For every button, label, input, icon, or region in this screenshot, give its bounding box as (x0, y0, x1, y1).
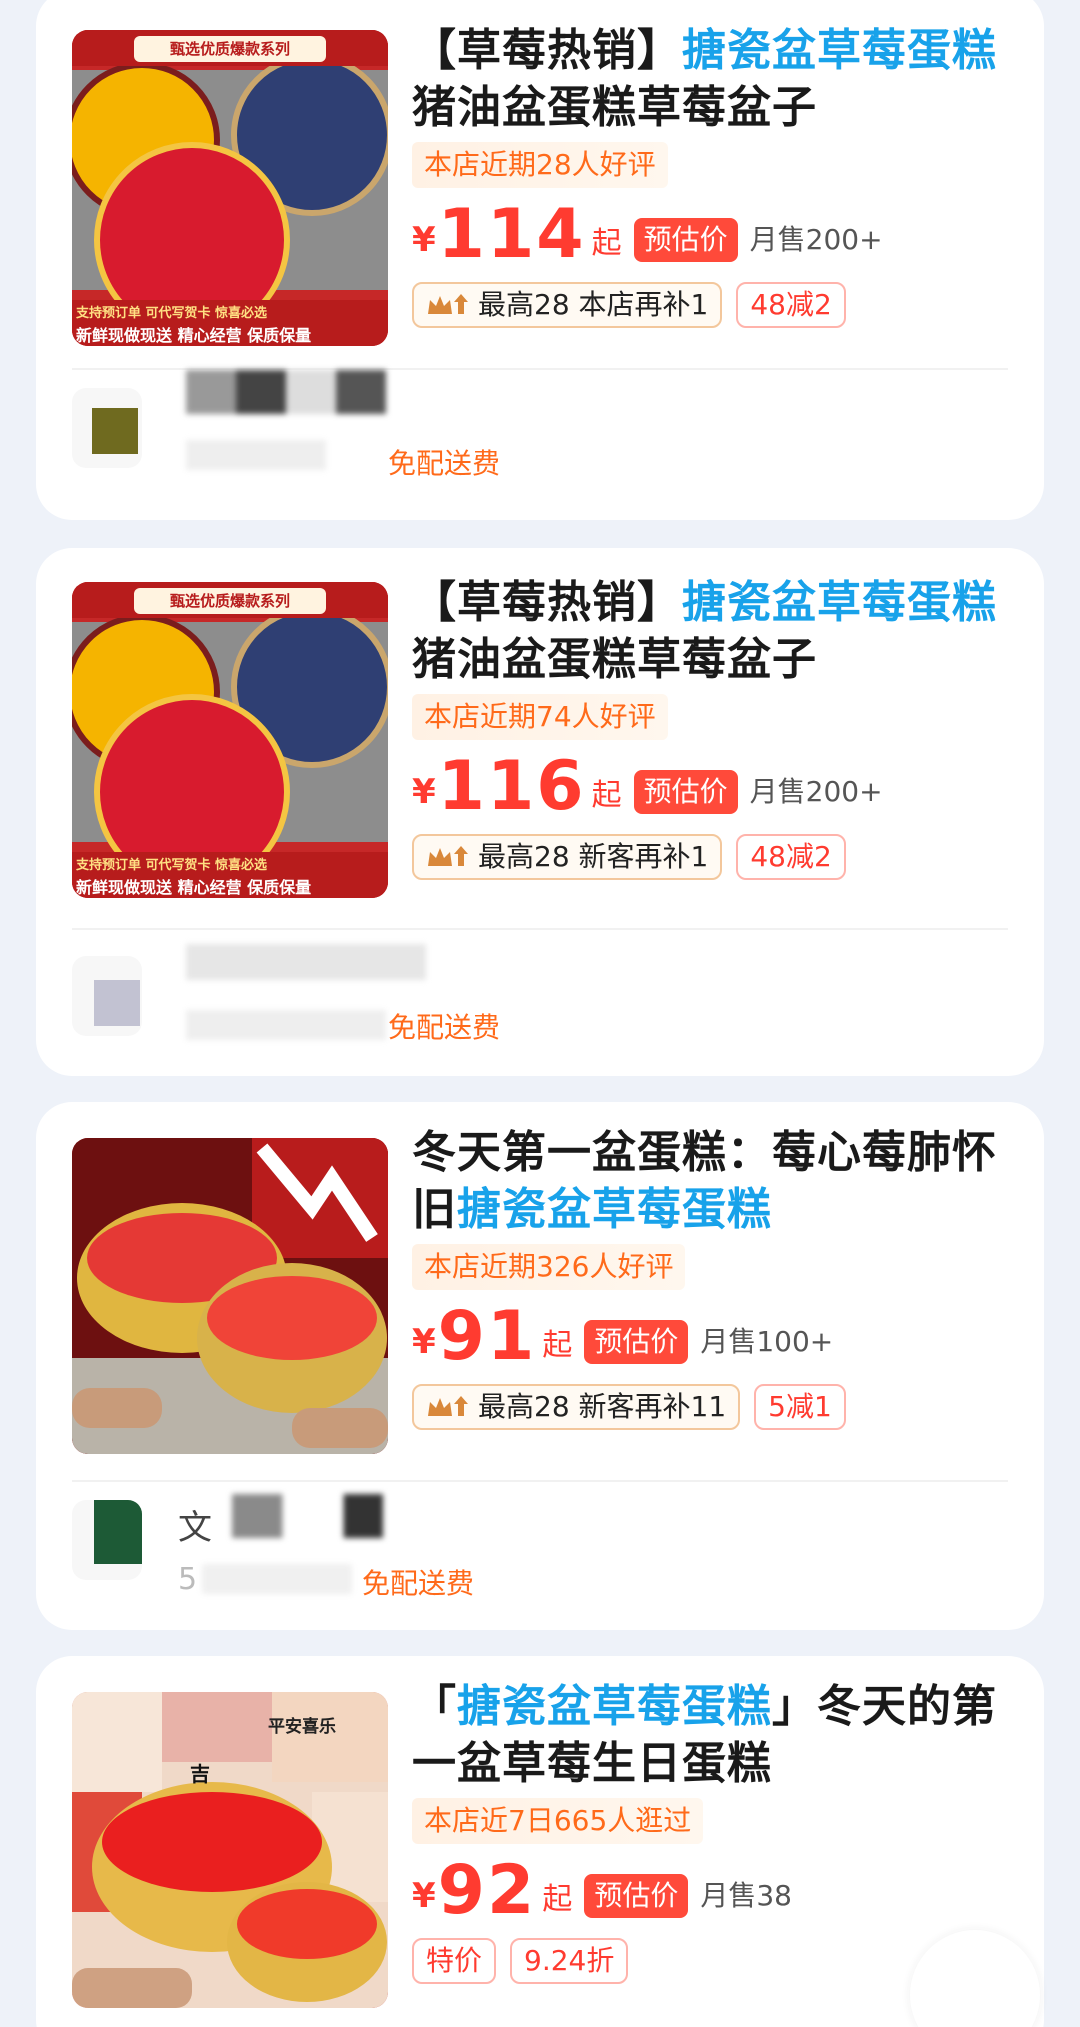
shop-name-blurred (186, 944, 426, 980)
product-title[interactable]: 【草莓热销】搪瓷盆草莓蛋糕猪油盆蛋糕草莓盆子 (412, 574, 1022, 688)
review-tag: 本店近期28人好评 (412, 142, 668, 188)
product-info: 冬天第一盆蛋糕：莓心莓肺怀旧搪瓷盆草莓蛋糕 本店近期326人好评 ¥ 91 起 … (412, 1124, 1022, 1430)
cake-photo (72, 582, 388, 898)
shop-name-partial: 文 (178, 1508, 212, 1548)
price-suffix: 起 (542, 1328, 573, 1363)
price-amount: 92 (437, 1851, 537, 1930)
thumb-caption-1: 支持预订单 可代写贺卡 惊喜必选 (76, 306, 268, 321)
shop-name-blurred (232, 1494, 412, 1538)
crown-arrow-icon (428, 846, 468, 866)
product-card[interactable]: 平安喜乐 吉 「搪瓷盆草莓蛋糕」冬天的第一盆草莓生日蛋糕 本店近7日665人逛过… (36, 1656, 1044, 2027)
free-delivery-label: 免配送费 (362, 1567, 475, 1600)
monthly-sales: 月售100+ (700, 1325, 834, 1358)
product-title[interactable]: 【草莓热销】搪瓷盆草莓蛋糕猪油盆蛋糕草莓盆子 (412, 22, 1022, 136)
cake-photo (72, 1692, 388, 2008)
monthly-sales: 月售200+ (749, 223, 883, 256)
thumb-caption-2: 新鲜现做现送 精心经营 保质保量 (76, 878, 312, 897)
title-highlight: 搪瓷盆草莓蛋糕 (457, 1681, 772, 1732)
estimated-price-badge: 预估价 (633, 770, 738, 814)
subsidy-label: 最高28 新客再补11 (478, 1390, 727, 1423)
product-info: 【草莓热销】搪瓷盆草莓蛋糕猪油盆蛋糕草莓盆子 本店近期74人好评 ¥ 116 起… (412, 574, 1022, 880)
title-prefix: 「 (412, 1681, 457, 1732)
product-card[interactable]: 冬天第一盆蛋糕：莓心莓肺怀旧搪瓷盆草莓蛋糕 本店近期326人好评 ¥ 91 起 … (36, 1102, 1044, 1630)
product-thumbnail[interactable]: 甄选优质爆款系列 支持预订单 可代写贺卡 惊喜必选 新鲜现做现送 精心经营 保质… (72, 582, 388, 898)
subsidy-label: 最高28 新客再补1 (478, 840, 709, 873)
currency-symbol: ¥ (412, 220, 436, 260)
price-row: ¥ 116 起 预估价 月售200+ (412, 752, 1022, 822)
price-amount: 91 (437, 1297, 537, 1376)
coupon-badge[interactable]: 48减2 (736, 282, 846, 328)
price-row: ¥ 114 起 预估价 月售200+ (412, 200, 1022, 270)
monthly-sales: 月售38 (700, 1879, 792, 1912)
thumb-caption-1: 支持预订单 可代写贺卡 惊喜必选 (76, 858, 268, 873)
thumb-note-1: 平安喜乐 (268, 1717, 336, 1737)
cake-photo (72, 1138, 388, 1454)
product-card[interactable]: 甄选优质爆款系列 支持预订单 可代写贺卡 惊喜必选 新鲜现做现送 精心经营 保质… (36, 548, 1044, 1076)
discount-tag: 9.24折 (510, 1938, 629, 1984)
currency-symbol: ¥ (412, 772, 436, 812)
review-tag: 本店近期326人好评 (412, 1244, 686, 1290)
subsidy-badge: 最高28 新客再补1 (412, 834, 723, 880)
price-suffix: 起 (542, 1882, 573, 1917)
shop-logo[interactable] (72, 388, 142, 468)
price-row: ¥ 91 起 预估价 月售100+ (412, 1302, 1022, 1372)
review-tag: 本店近期74人好评 (412, 694, 668, 740)
subsidy-label: 最高28 本店再补1 (478, 288, 709, 321)
product-info: 「搪瓷盆草莓蛋糕」冬天的第一盆草莓生日蛋糕 本店近7日665人逛过 ¥ 92 起… (412, 1678, 1022, 1984)
shop-meta-partial: 5 (178, 1562, 198, 1597)
monthly-sales: 月售200+ (749, 775, 883, 808)
price-suffix: 起 (591, 778, 622, 813)
shop-meta-blurred (186, 440, 326, 470)
shop-logo[interactable] (72, 1500, 142, 1580)
cake-photo (72, 30, 388, 346)
thumb-note-2: 吉 (190, 1762, 210, 1786)
thumb-banner: 甄选优质爆款系列 (169, 592, 290, 610)
title-prefix: 【草莓热销】 (412, 577, 682, 628)
shop-meta-blurred (202, 1564, 352, 1594)
currency-symbol: ¥ (412, 1876, 436, 1916)
title-suffix: 猪油盆蛋糕草莓盆子 (412, 82, 817, 133)
shop-meta-blurred (186, 1010, 386, 1040)
product-thumbnail[interactable] (72, 1138, 388, 1454)
price-amount: 116 (437, 747, 586, 826)
crown-arrow-icon (428, 1396, 468, 1416)
title-prefix: 【草莓热销】 (412, 25, 682, 76)
promo-row: 最高28 新客再补11 5减1 (412, 1384, 1022, 1430)
promo-row: 最高28 新客再补1 48减2 (412, 834, 1022, 880)
estimated-price-badge: 预估价 (633, 218, 738, 262)
subsidy-badge: 最高28 本店再补1 (412, 282, 723, 328)
product-title[interactable]: 「搪瓷盆草莓蛋糕」冬天的第一盆草莓生日蛋糕 (412, 1678, 1022, 1792)
subsidy-badge: 最高28 新客再补11 (412, 1384, 741, 1430)
shop-name-blurred (186, 370, 386, 414)
thumb-caption-2: 新鲜现做现送 精心经营 保质保量 (76, 326, 312, 345)
currency-symbol: ¥ (412, 1322, 436, 1362)
thumb-banner: 甄选优质爆款系列 (169, 40, 290, 58)
crown-arrow-icon (428, 294, 468, 314)
review-tag: 本店近7日665人逛过 (412, 1798, 704, 1844)
product-card[interactable]: 甄选优质爆款系列 支持预订单 可代写贺卡 惊喜必选 新鲜现做现送 精心经营 保质… (36, 0, 1044, 520)
estimated-price-badge: 预估价 (584, 1320, 689, 1364)
free-delivery-label: 免配送费 (388, 447, 501, 480)
special-price-tag: 特价 (412, 1938, 497, 1984)
product-thumbnail[interactable]: 甄选优质爆款系列 支持预订单 可代写贺卡 惊喜必选 新鲜现做现送 精心经营 保质… (72, 30, 388, 346)
price-suffix: 起 (591, 226, 622, 261)
coupon-badge[interactable]: 48减2 (736, 834, 846, 880)
coupon-badge[interactable]: 5减1 (754, 1384, 846, 1430)
price-amount: 114 (437, 195, 586, 274)
product-info: 【草莓热销】搪瓷盆草莓蛋糕猪油盆蛋糕草莓盆子 本店近期28人好评 ¥ 114 起… (412, 22, 1022, 328)
divider (72, 928, 1008, 930)
estimated-price-badge: 预估价 (584, 1874, 689, 1918)
price-row: ¥ 92 起 预估价 月售38 (412, 1856, 1022, 1926)
title-highlight: 搪瓷盆草莓蛋糕 (682, 25, 997, 76)
product-title[interactable]: 冬天第一盆蛋糕：莓心莓肺怀旧搪瓷盆草莓蛋糕 (412, 1124, 1022, 1238)
free-delivery-label: 免配送费 (388, 1011, 501, 1044)
title-highlight: 搪瓷盆草莓蛋糕 (682, 577, 997, 628)
title-suffix: 猪油盆蛋糕草莓盆子 (412, 634, 817, 685)
promo-row: 最高28 本店再补1 48减2 (412, 282, 1022, 328)
title-highlight: 搪瓷盆草莓蛋糕 (457, 1184, 772, 1235)
shop-logo[interactable] (72, 956, 142, 1036)
product-thumbnail[interactable]: 平安喜乐 吉 (72, 1692, 388, 2008)
divider (72, 1480, 1008, 1482)
